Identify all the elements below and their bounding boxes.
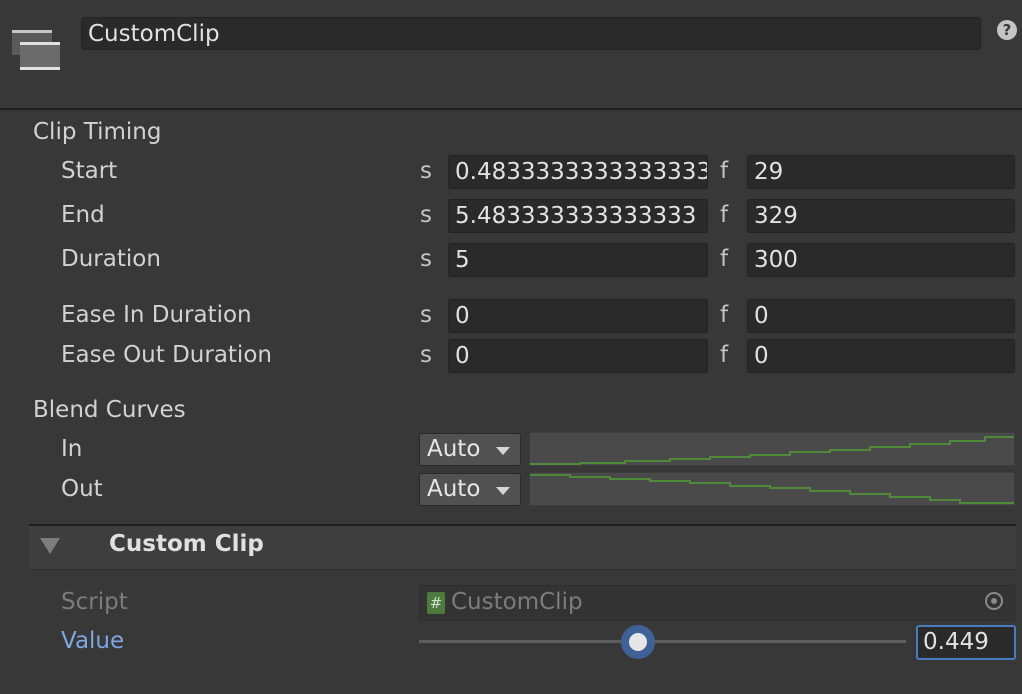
timeline-clip-icon xyxy=(12,30,62,70)
value-field[interactable]: 0.449 xyxy=(916,625,1016,660)
ease-out-frames-unit: f xyxy=(720,342,729,368)
ease-out-duration-label: Ease Out Duration xyxy=(61,342,272,368)
blend-in-curve-line xyxy=(530,436,1014,465)
custom-clip-title: Custom Clip xyxy=(109,531,264,557)
blend-curves-heading: Blend Curves xyxy=(33,397,186,423)
clip-name-field[interactable]: CustomClip xyxy=(81,17,981,50)
blend-out-curve-graph xyxy=(530,474,1014,504)
start-frames-unit: f xyxy=(720,158,729,184)
duration-seconds-field[interactable]: 5 xyxy=(448,243,708,277)
csharp-script-icon: # xyxy=(427,592,445,614)
chevron-down-icon xyxy=(496,447,510,455)
ease-out-frames-field[interactable]: 0 xyxy=(747,339,1015,373)
duration-seconds-unit: s xyxy=(420,246,432,272)
value-label: Value xyxy=(61,628,125,654)
blend-in-mode: Auto xyxy=(427,436,481,462)
blend-out-curve[interactable] xyxy=(529,472,1015,506)
blend-in-curve[interactable] xyxy=(529,432,1015,466)
start-seconds-unit: s xyxy=(420,158,432,184)
blend-in-label: In xyxy=(61,436,83,462)
chevron-down-icon xyxy=(496,487,510,495)
start-label: Start xyxy=(61,158,118,184)
ease-in-frames-field[interactable]: 0 xyxy=(747,299,1015,333)
blend-out-label: Out xyxy=(61,476,103,502)
start-seconds-field[interactable]: 0.4833333333333333 xyxy=(448,155,708,189)
end-label: End xyxy=(61,202,105,228)
end-seconds-unit: s xyxy=(420,202,432,228)
end-frames-field[interactable]: 329 xyxy=(747,199,1015,233)
duration-frames-field[interactable]: 300 xyxy=(747,243,1015,277)
blend-out-mode: Auto xyxy=(427,476,481,502)
help-icon[interactable]: ? xyxy=(997,20,1017,40)
ease-out-seconds-field[interactable]: 0 xyxy=(448,339,708,373)
ease-in-duration-label: Ease In Duration xyxy=(61,302,252,328)
end-seconds-field[interactable]: 5.483333333333333 xyxy=(448,199,708,233)
blend-out-dropdown[interactable]: Auto xyxy=(419,473,521,506)
value-slider-track[interactable] xyxy=(419,640,906,643)
value-slider-thumb[interactable] xyxy=(620,625,655,659)
script-name: CustomClip xyxy=(451,589,583,615)
script-label: Script xyxy=(61,589,128,615)
duration-label: Duration xyxy=(61,246,161,272)
end-frames-unit: f xyxy=(720,202,729,228)
foldout-arrow-icon[interactable] xyxy=(40,538,60,554)
duration-frames-unit: f xyxy=(720,246,729,272)
ease-in-seconds-unit: s xyxy=(420,302,432,328)
clip-timing-heading: Clip Timing xyxy=(33,119,162,145)
blend-out-curve-line xyxy=(530,474,1014,504)
ease-in-frames-unit: f xyxy=(720,302,729,328)
ease-in-seconds-field[interactable]: 0 xyxy=(448,299,708,333)
start-frames-field[interactable]: 29 xyxy=(747,155,1015,189)
blend-in-curve-graph xyxy=(530,436,1014,465)
object-picker-icon[interactable] xyxy=(985,592,1003,610)
ease-out-seconds-unit: s xyxy=(420,342,432,368)
blend-in-dropdown[interactable]: Auto xyxy=(419,433,521,466)
